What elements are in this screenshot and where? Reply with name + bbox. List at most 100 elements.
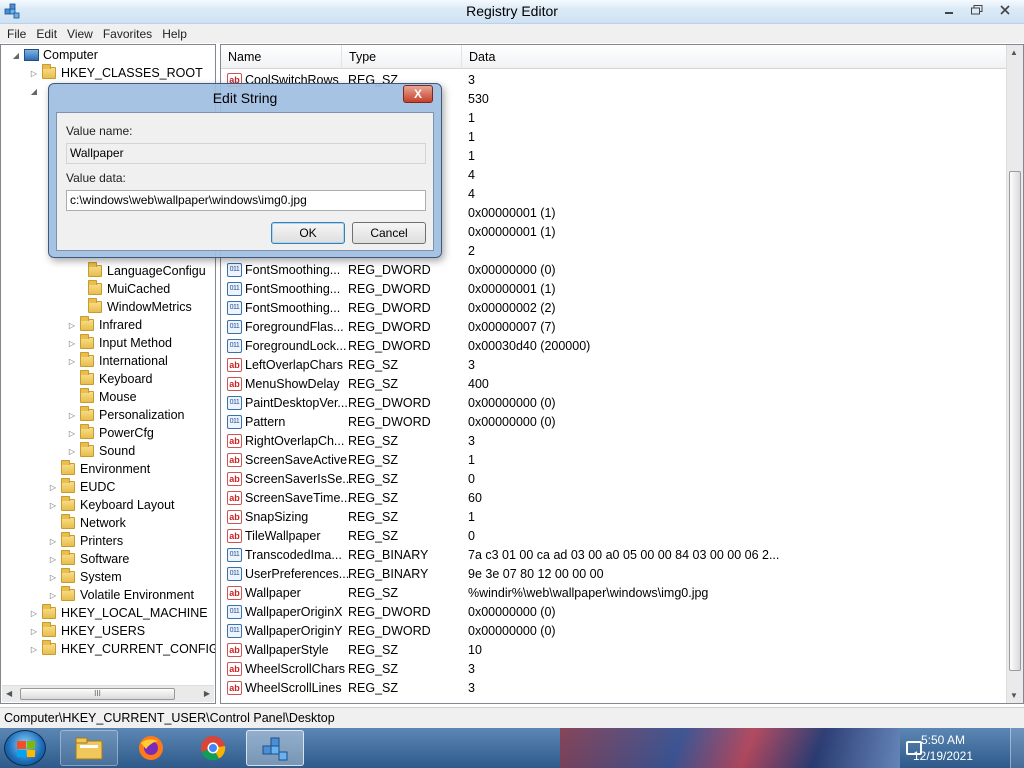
menu-view[interactable]: View (62, 27, 98, 41)
string-value-icon: ab (227, 376, 242, 391)
expand-arrow-icon[interactable]: ▷ (48, 591, 58, 600)
table-row[interactable]: 011 FontSmoothing... REG_DWORD 0x00000002 (… (221, 298, 1006, 317)
table-row[interactable]: ab MenuShowDelay REG_SZ 400 (221, 374, 1006, 393)
minimize-icon[interactable] (936, 1, 962, 19)
table-row[interactable]: ab ScreenSaverIsSe... REG_SZ 0 (221, 469, 1006, 488)
value-name: TileWallpaper (245, 528, 321, 543)
tree-item-network[interactable]: Network (61, 514, 126, 532)
firefox-icon[interactable] (122, 730, 180, 766)
table-row[interactable]: 011 FontSmoothing... REG_DWORD 0x00000000 (… (221, 260, 1006, 279)
expand-arrow-icon[interactable]: ▷ (48, 537, 58, 546)
tree-item-hkcu[interactable]: ◢ (29, 82, 42, 100)
expand-arrow-icon[interactable]: ▷ (67, 321, 77, 330)
restore-icon[interactable] (964, 1, 990, 19)
value-data-input[interactable]: c:\windows\web\wallpaper\windows\img0.jp… (66, 190, 426, 211)
tree-item-label: Volatile Environment (80, 588, 194, 602)
table-row[interactable]: 011 WallpaperOriginX REG_DWORD 0x00000000 (… (221, 602, 1006, 621)
collapse-arrow-icon[interactable]: ◢ (11, 51, 21, 60)
expand-arrow-icon[interactable]: ▷ (48, 483, 58, 492)
column-type[interactable]: Type (342, 45, 462, 69)
expand-arrow-icon[interactable]: ▷ (29, 645, 39, 654)
expand-arrow-icon[interactable]: ▷ (29, 609, 39, 618)
tree-item-volatile-environment[interactable]: ▷ Volatile Environment (48, 586, 194, 604)
table-row[interactable]: ab RightOverlapCh... REG_SZ 3 (221, 431, 1006, 450)
expand-arrow-icon[interactable]: ▷ (29, 69, 39, 78)
close-icon[interactable] (992, 1, 1018, 19)
menu-help[interactable]: Help (157, 27, 192, 41)
tree-item-keyboard[interactable]: Keyboard (80, 370, 153, 388)
show-desktop-button[interactable] (1010, 728, 1024, 768)
expand-arrow-icon[interactable]: ▷ (67, 357, 77, 366)
tree-item-hkcr[interactable]: ▷ HKEY_CLASSES_ROOT (29, 64, 203, 82)
scrollbar-thumb[interactable]: III (20, 688, 175, 700)
scrollbar-thumb[interactable] (1009, 171, 1021, 671)
table-row[interactable]: 011 ForegroundLock... REG_DWORD 0x00030d40 … (221, 336, 1006, 355)
table-row[interactable]: ab TileWallpaper REG_SZ 0 (221, 526, 1006, 545)
tree-item-muicached[interactable]: MuiCached (88, 280, 170, 298)
expand-arrow-icon[interactable]: ▷ (48, 573, 58, 582)
tree-item-environment[interactable]: Environment (61, 460, 150, 478)
scroll-right-icon[interactable]: ▶ (204, 689, 210, 698)
menu-file[interactable]: File (2, 27, 31, 41)
column-name[interactable]: Name (221, 45, 342, 69)
table-row[interactable]: 011 WallpaperOriginY REG_DWORD 0x00000000 (… (221, 621, 1006, 640)
table-row[interactable]: 011 TranscodedIma... REG_BINARY 7a c3 01 00… (221, 545, 1006, 564)
expand-arrow-icon[interactable]: ▷ (67, 339, 77, 348)
chrome-icon[interactable] (184, 730, 242, 766)
menu-favorites[interactable]: Favorites (98, 27, 157, 41)
table-row[interactable]: ab WheelScrollChars REG_SZ 3 (221, 659, 1006, 678)
table-row[interactable]: ab ScreenSaveTime... REG_SZ 60 (221, 488, 1006, 507)
tree-item-keyboard-layout[interactable]: ▷ Keyboard Layout (48, 496, 175, 514)
tree-item-software[interactable]: ▷ Software (48, 550, 129, 568)
tree-item-input-method[interactable]: ▷ Input Method (67, 334, 172, 352)
expand-arrow-icon[interactable]: ▷ (67, 411, 77, 420)
tree-item-system[interactable]: ▷ System (48, 568, 122, 586)
tree-item-windowmetrics[interactable]: WindowMetrics (88, 298, 192, 316)
table-row[interactable]: ab Wallpaper REG_SZ %windir%\web\wallpaper\… (221, 583, 1006, 602)
tree-item-infrared[interactable]: ▷ Infrared (67, 316, 142, 334)
start-button[interactable] (4, 730, 46, 766)
cell-name: 011 PaintDesktopVer... (227, 395, 348, 410)
tree-item-hklm[interactable]: ▷ HKEY_LOCAL_MACHINE (29, 604, 208, 622)
tree-item-computer[interactable]: ◢ Computer (11, 46, 98, 64)
expand-arrow-icon[interactable]: ▷ (29, 627, 39, 636)
table-row[interactable]: 011 Pattern REG_DWORD 0x00000000 (0) (221, 412, 1006, 431)
table-row[interactable]: 011 UserPreferences... REG_BINARY 9e 3e 07 … (221, 564, 1006, 583)
tree-item-international[interactable]: ▷ International (67, 352, 168, 370)
expand-arrow-icon[interactable]: ▷ (48, 501, 58, 510)
table-row[interactable]: ab ScreenSaveActive REG_SZ 1 (221, 450, 1006, 469)
tree-item-eudc[interactable]: ▷ EUDC (48, 478, 115, 496)
tree-item-printers[interactable]: ▷ Printers (48, 532, 123, 550)
table-row[interactable]: ab SnapSizing REG_SZ 1 (221, 507, 1006, 526)
expand-arrow-icon[interactable]: ▷ (67, 429, 77, 438)
menu-edit[interactable]: Edit (31, 27, 62, 41)
cancel-button[interactable]: Cancel (352, 222, 426, 244)
tree-item-languageconfig[interactable]: LanguageConfigu (88, 262, 206, 280)
tree-item-mouse[interactable]: Mouse (80, 388, 137, 406)
scroll-up-icon[interactable]: ▲ (1010, 48, 1018, 57)
tree-item-hku[interactable]: ▷ HKEY_USERS (29, 622, 145, 640)
column-data[interactable]: Data (462, 45, 1006, 69)
tree-item-personalization[interactable]: ▷ Personalization (67, 406, 184, 424)
registry-editor-icon[interactable] (246, 730, 304, 766)
scroll-down-icon[interactable]: ▼ (1010, 691, 1018, 700)
tree-item-hkcc[interactable]: ▷ HKEY_CURRENT_CONFIG (29, 640, 215, 658)
tree-item-powercfg[interactable]: ▷ PowerCfg (67, 424, 154, 442)
list-vertical-scrollbar[interactable]: ▲ ▼ (1006, 45, 1023, 703)
table-row[interactable]: 011 FontSmoothing... REG_DWORD 0x00000001 (… (221, 279, 1006, 298)
tree-horizontal-scrollbar[interactable]: ◀ III ▶ (2, 685, 214, 702)
system-clock[interactable]: 5:50 AM 12/19/2021 (908, 732, 978, 764)
table-row[interactable]: ab WallpaperStyle REG_SZ 10 (221, 640, 1006, 659)
table-row[interactable]: 011 ForegroundFlas... REG_DWORD 0x00000007 … (221, 317, 1006, 336)
table-row[interactable]: 011 PaintDesktopVer... REG_DWORD 0x00000000… (221, 393, 1006, 412)
table-row[interactable]: ab WheelScrollLines REG_SZ 3 (221, 678, 1006, 697)
file-explorer-icon[interactable] (60, 730, 118, 766)
expand-arrow-icon[interactable]: ▷ (67, 447, 77, 456)
scroll-left-icon[interactable]: ◀ (6, 689, 12, 698)
collapse-arrow-icon[interactable]: ◢ (29, 87, 39, 96)
expand-arrow-icon[interactable]: ▷ (48, 555, 58, 564)
tree-item-sound[interactable]: ▷ Sound (67, 442, 135, 460)
table-row[interactable]: ab LeftOverlapChars REG_SZ 3 (221, 355, 1006, 374)
ok-button[interactable]: OK (271, 222, 345, 244)
dialog-close-icon[interactable]: X (403, 85, 433, 103)
